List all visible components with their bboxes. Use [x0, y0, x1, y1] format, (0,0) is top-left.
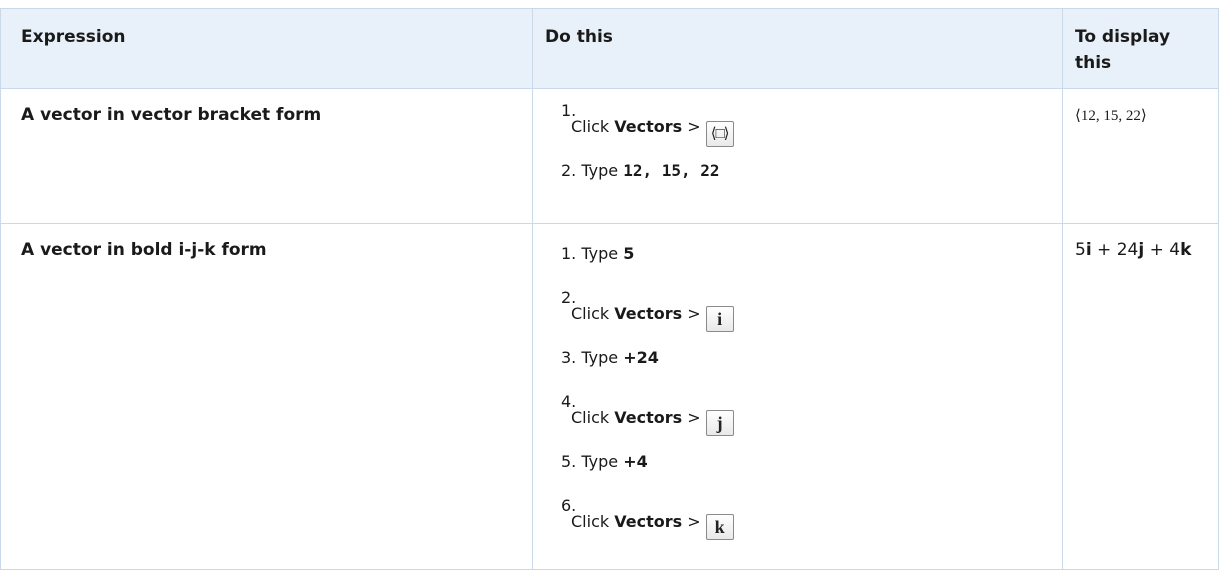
step-item: 4. Click Vectors > j: [561, 392, 1056, 438]
step-item: 5. Type +4: [561, 444, 1056, 484]
step-number: 1.: [561, 244, 577, 263]
table-row: A vector in bold i-j-k form 1. Type 5 2.…: [0, 223, 1219, 570]
step-separator: >: [687, 408, 701, 427]
unit-vector-k-key-icon[interactable]: k: [705, 514, 734, 540]
step-menu-name: Vectors: [614, 512, 683, 531]
step-menu-name: Vectors: [614, 117, 683, 136]
unit-vector-i-key-icon[interactable]: i: [705, 306, 734, 332]
step-action: Click: [571, 512, 610, 531]
step-number: 5.: [561, 452, 577, 471]
result-unit-vector: k: [1180, 240, 1192, 260]
step-separator: >: [687, 512, 701, 531]
table-header-row: Expression Do this To display this: [0, 8, 1219, 89]
step-typed-value: +24: [623, 348, 659, 367]
expression-cell: A vector in bold i-j-k form: [0, 223, 533, 570]
step-action: Type: [581, 452, 619, 471]
step-item: 2. Type 12, 15, 22: [561, 153, 1056, 193]
expression-cell: A vector in vector bracket form: [0, 88, 533, 224]
step-list: 1. Click Vectors > ⟨□⟩ 2. Type 12, 15, 22: [561, 101, 1056, 193]
result-coefficient: 24: [1116, 240, 1139, 260]
steps-cell: 1. Click Vectors > ⟨□⟩ 2. Type 12, 15, 22: [532, 88, 1063, 224]
step-separator: >: [687, 304, 701, 323]
step-separator: >: [687, 117, 701, 136]
vector-bracket-key-icon[interactable]: ⟨□⟩: [705, 121, 734, 147]
step-item: 2. Click Vectors > i: [561, 288, 1056, 334]
step-item: 1. Type 5: [561, 236, 1056, 276]
result-cell: ⟨12, 15, 22⟩: [1062, 88, 1219, 224]
step-action: Click: [571, 117, 610, 136]
step-item: 6. Click Vectors > k: [561, 496, 1056, 542]
header-to-display-this: To display this: [1062, 8, 1219, 89]
step-action: Type: [581, 348, 619, 367]
table-row: A vector in vector bracket form 1. Click…: [0, 88, 1219, 224]
step-action: Click: [571, 408, 610, 427]
step-menu-name: Vectors: [614, 408, 683, 427]
step-action: Type: [581, 244, 619, 263]
unit-vector-j-key-icon[interactable]: j: [705, 410, 734, 436]
step-number: 2.: [561, 161, 577, 180]
result-cell: 5i + 24j + 4k: [1062, 223, 1219, 570]
step-typed-value: 12, 15, 22: [623, 161, 720, 180]
step-typed-value: +4: [623, 452, 648, 471]
step-action: Click: [571, 304, 610, 323]
result-coefficient: 4: [1169, 240, 1181, 260]
step-action: Type: [581, 161, 619, 180]
step-item: 3. Type +24: [561, 340, 1056, 380]
result-operator: +: [1144, 240, 1170, 260]
step-number: 3.: [561, 348, 577, 367]
result-vector-bracket: ⟨12, 15, 22⟩: [1075, 108, 1147, 124]
header-expression: Expression: [0, 8, 533, 89]
header-do-this: Do this: [532, 8, 1063, 89]
step-menu-name: Vectors: [614, 304, 683, 323]
step-item: 1. Click Vectors > ⟨□⟩: [561, 101, 1056, 147]
result-operator: +: [1091, 240, 1117, 260]
instructions-table: Expression Do this To display this A vec…: [0, 8, 1219, 570]
steps-cell: 1. Type 5 2. Click Vectors > i 3. Type +…: [532, 223, 1063, 570]
step-list: 1. Type 5 2. Click Vectors > i 3. Type +…: [561, 236, 1056, 542]
step-typed-value: 5: [623, 244, 635, 263]
result-coefficient: 5: [1075, 240, 1086, 260]
